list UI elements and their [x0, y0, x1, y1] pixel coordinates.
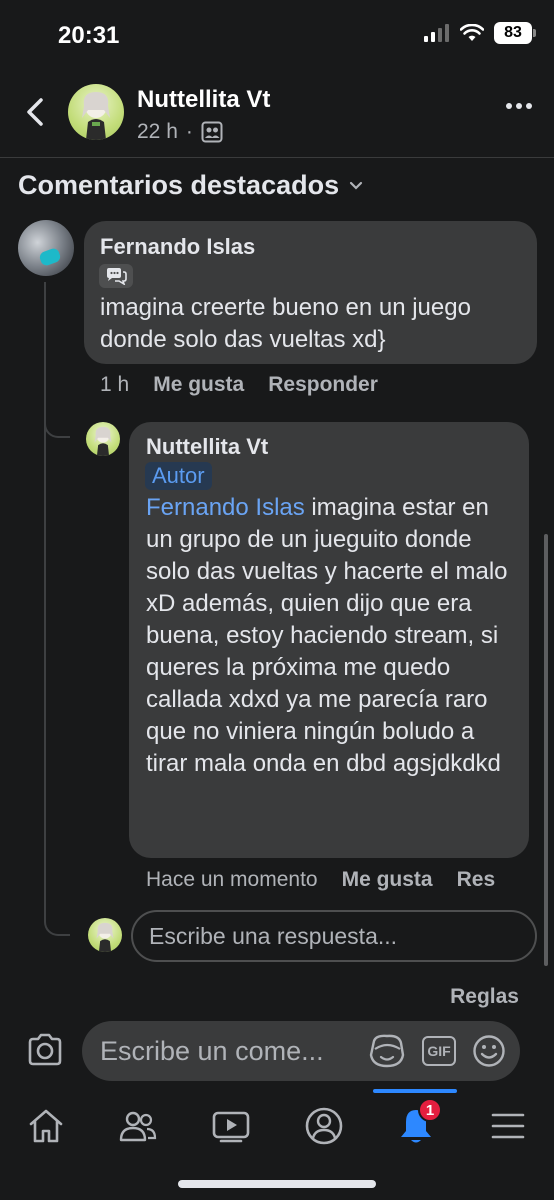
- mention-link[interactable]: Fernando Islas: [146, 494, 305, 521]
- reply-author-avatar[interactable]: [86, 422, 120, 456]
- reply-input-placeholder: Escribe una respuesta...: [149, 922, 398, 949]
- page-name[interactable]: Nuttellita Vt: [137, 86, 270, 114]
- status-time: 20:31: [58, 22, 120, 49]
- dot: [506, 103, 512, 109]
- battery-icon: 83: [494, 22, 536, 44]
- notification-badge: 1: [418, 1098, 442, 1122]
- reply-input[interactable]: Escribe una respuesta...: [131, 910, 537, 962]
- post-time: 22 h: [137, 120, 178, 143]
- reply-button[interactable]: Res: [457, 868, 496, 892]
- video-icon: [212, 1111, 250, 1143]
- menu-icon: [491, 1113, 525, 1139]
- scrollbar[interactable]: [544, 534, 548, 966]
- camera-button[interactable]: [26, 1033, 64, 1072]
- post-meta: 22 h ·: [137, 120, 223, 144]
- comment-author[interactable]: Fernando Islas: [100, 234, 255, 260]
- tab-menu[interactable]: [486, 1104, 530, 1148]
- dot: [526, 103, 532, 109]
- thread-line: [44, 282, 46, 922]
- chevron-down-icon: [350, 181, 363, 190]
- tab-home[interactable]: [24, 1104, 68, 1148]
- header-divider: [0, 157, 554, 158]
- profile-icon: [305, 1107, 343, 1145]
- reply-button[interactable]: Responder: [268, 373, 378, 397]
- wifi-icon: [460, 24, 484, 41]
- rules-link[interactable]: Reglas: [450, 985, 519, 1009]
- avatar-sticker-icon[interactable]: [368, 1033, 406, 1069]
- comment-time: 1 h: [100, 373, 130, 396]
- author-badge: Autor: [145, 462, 212, 490]
- comment-input-placeholder: Escribe un come...: [100, 1035, 324, 1066]
- back-button[interactable]: [18, 94, 52, 130]
- page-avatar[interactable]: [68, 84, 124, 140]
- comment-bar-icons: GIF: [368, 1033, 506, 1069]
- reply-author[interactable]: Nuttellita Vt: [146, 434, 268, 460]
- reply-text: Fernando Islas imagina estar en un grupo…: [146, 492, 518, 780]
- avatar-figure-icon: [94, 426, 112, 456]
- conversation-starter-badge: [99, 264, 133, 288]
- home-indicator: [178, 1180, 376, 1188]
- dot: [516, 103, 522, 109]
- tab-profile[interactable]: [302, 1104, 346, 1148]
- home-icon: [29, 1109, 63, 1143]
- more-options-button[interactable]: [506, 103, 532, 109]
- comments-filter-button[interactable]: Comentarios destacados: [18, 170, 363, 201]
- active-tab-indicator: [373, 1089, 457, 1093]
- avatar-figure-icon: [96, 922, 114, 952]
- like-button[interactable]: Me gusta: [342, 868, 433, 892]
- gif-button[interactable]: GIF: [422, 1036, 456, 1066]
- comment-input[interactable]: Escribe un come... GIF: [82, 1021, 520, 1081]
- tab-notifications[interactable]: 1: [394, 1098, 442, 1148]
- like-button[interactable]: Me gusta: [153, 373, 244, 397]
- current-user-avatar: [88, 918, 122, 952]
- thread-branch: [44, 904, 70, 936]
- status-icons: 83: [424, 22, 536, 44]
- reply-time: Hace un momento: [146, 868, 318, 891]
- avatar-figure-icon: [82, 92, 110, 140]
- tab-video[interactable]: [209, 1104, 253, 1148]
- group-audience-icon: [201, 121, 223, 143]
- thread-branch: [44, 408, 70, 438]
- friends-icon: [119, 1111, 157, 1142]
- chat-bubbles-icon: [107, 268, 127, 285]
- camera-icon: [28, 1033, 62, 1066]
- tab-friends[interactable]: [116, 1104, 160, 1148]
- chevron-left-icon: [27, 98, 43, 126]
- comment-text: imagina creerte bueno en un juego donde …: [100, 294, 471, 353]
- section-title: Comentarios destacados: [18, 170, 340, 200]
- battery-level: 83: [504, 24, 522, 41]
- reply-body: imagina estar en un grupo de un jueguito…: [146, 494, 508, 777]
- commenter-avatar[interactable]: [18, 220, 74, 276]
- reply-actions: Hace un momento Me gusta Res: [146, 868, 495, 892]
- comment-actions: 1 h Me gusta Responder: [100, 373, 378, 397]
- emoji-icon[interactable]: [472, 1034, 506, 1068]
- signal-icon: [424, 24, 449, 42]
- meta-separator: ·: [185, 120, 193, 143]
